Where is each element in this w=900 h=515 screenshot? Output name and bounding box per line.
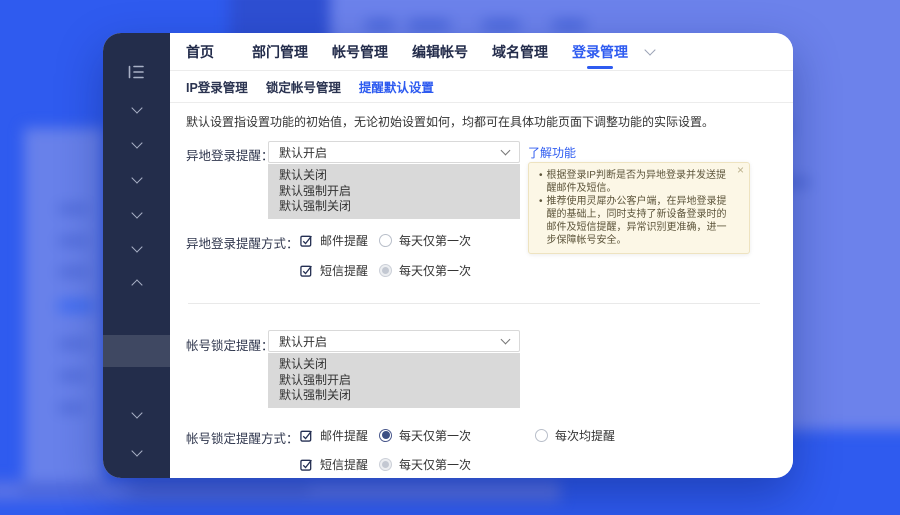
backdrop-pill <box>365 20 395 30</box>
subtab-reminder-defaults[interactable]: 提醒默认设置 <box>359 77 434 96</box>
main-content: 首页 部门管理 帐号管理 编辑帐号 域名管理 登录管理 IP登录管理 锁定帐号管… <box>170 33 793 478</box>
checkbox-checked-icon[interactable] <box>300 264 313 277</box>
dropdown-option[interactable]: 默认强制开启 <box>268 184 520 200</box>
settings-window: 首页 部门管理 帐号管理 编辑帐号 域名管理 登录管理 IP登录管理 锁定帐号管… <box>103 33 793 478</box>
dropdown-option[interactable]: 默认关闭 <box>268 357 520 373</box>
checkbox-checked-icon[interactable] <box>300 429 313 442</box>
sub-tabs: IP登录管理 锁定帐号管理 提醒默认设置 <box>170 71 793 103</box>
subtab-lock-account[interactable]: 锁定帐号管理 <box>266 77 341 96</box>
collapse-menu-icon[interactable] <box>128 65 145 84</box>
nav-item-home[interactable]: 首页 <box>186 42 214 62</box>
backdrop-bar <box>20 486 100 493</box>
learn-feature-link[interactable]: 了解功能 <box>528 144 576 161</box>
page-description: 默认设置指设置功能的初始值，无论初始设置如何，均都可在具体功能页面下调整功能的实… <box>186 113 714 130</box>
lock-method-label: 帐号锁定提醒方式： <box>186 428 299 447</box>
lock-method-sms-row: 短信提醒 每天仅第一次 <box>300 457 471 471</box>
feature-tooltip: × • 根据登录IP判断是否为异地登录并发送提醒邮件及短信。 • 推荐使用灵犀办… <box>528 162 750 254</box>
radio-label: 每天仅第一次 <box>399 427 471 444</box>
backdrop-bar <box>130 486 310 493</box>
radio-label: 每天仅第一次 <box>399 456 471 473</box>
lock-reminder-dropdown: 默认关闭 默认强制开启 默认强制关闭 <box>268 353 520 408</box>
radio-daily-first-disabled <box>379 264 392 277</box>
lock-method-email-row: 邮件提醒 每天仅第一次 每次均提醒 <box>300 428 615 442</box>
backdrop-bar <box>58 372 86 380</box>
select-chevron-icon <box>501 335 511 345</box>
lock-reminder-select[interactable]: 默认开启 <box>268 330 520 352</box>
backdrop-pill <box>408 20 450 30</box>
chevron-down-icon[interactable] <box>131 445 142 456</box>
dropdown-option[interactable]: 默认强制关闭 <box>268 199 520 215</box>
backdrop-bar <box>58 237 88 245</box>
backdrop-bar <box>58 268 88 276</box>
radio-label: 每天仅第一次 <box>399 232 471 249</box>
chevron-down-icon[interactable] <box>131 172 142 183</box>
radio-every-time[interactable] <box>535 429 548 442</box>
remote-method-sms-row: 短信提醒 每天仅第一次 <box>300 263 471 277</box>
backdrop-pill <box>552 20 586 30</box>
nav-item-edit-account[interactable]: 编辑帐号 <box>412 42 468 62</box>
checkbox-label: 短信提醒 <box>320 456 368 473</box>
nav-item-account[interactable]: 帐号管理 <box>332 42 388 62</box>
select-value: 默认开启 <box>279 333 327 350</box>
checkbox-label: 短信提醒 <box>320 262 368 279</box>
lock-reminder-label: 帐号锁定提醒： <box>186 335 274 354</box>
chevron-down-icon[interactable] <box>131 137 142 148</box>
nav-item-department[interactable]: 部门管理 <box>252 42 308 62</box>
tooltip-bullet: • 推荐使用灵犀办公客户端，在异地登录提醒的基础上，同时支持了新设备登录时的邮件… <box>537 195 733 247</box>
radio-label: 每次均提醒 <box>555 427 615 444</box>
checkbox-checked-icon[interactable] <box>300 458 313 471</box>
radio-label: 每天仅第一次 <box>399 262 471 279</box>
chevron-down-icon[interactable] <box>131 407 142 418</box>
checkbox-checked-icon[interactable] <box>300 234 313 247</box>
backdrop-active-item <box>58 300 94 312</box>
chevron-down-icon[interactable] <box>131 207 142 218</box>
checkbox-label: 邮件提醒 <box>320 427 368 444</box>
radio-daily-first[interactable] <box>379 234 392 247</box>
chevron-down-icon[interactable] <box>131 102 142 113</box>
close-icon[interactable]: × <box>737 164 744 176</box>
nav-item-domain[interactable]: 域名管理 <box>492 42 548 62</box>
backdrop-bar <box>58 340 88 348</box>
backdrop-bar <box>58 205 88 213</box>
remote-method-label: 异地登录提醒方式： <box>186 233 299 252</box>
remote-login-label: 异地登录提醒： <box>186 145 274 164</box>
select-value: 默认开启 <box>279 144 327 161</box>
sidebar-highlighted-item[interactable] <box>103 335 170 367</box>
radio-daily-first-disabled <box>379 458 392 471</box>
collapsed-sidebar <box>103 33 170 478</box>
chevron-down-icon[interactable] <box>131 241 142 252</box>
backdrop-bar <box>58 404 84 412</box>
divider <box>188 303 760 304</box>
backdrop-pill <box>482 20 520 30</box>
dropdown-option[interactable]: 默认强制开启 <box>268 373 520 389</box>
chevron-down-icon[interactable] <box>644 44 655 55</box>
top-nav: 首页 部门管理 帐号管理 编辑帐号 域名管理 登录管理 <box>170 33 793 71</box>
radio-daily-first[interactable] <box>379 429 392 442</box>
select-chevron-icon <box>501 146 511 156</box>
dropdown-option[interactable]: 默认关闭 <box>268 168 520 184</box>
subtab-ip-login[interactable]: IP登录管理 <box>186 77 248 96</box>
chevron-up-icon[interactable] <box>131 279 142 290</box>
tooltip-bullet: • 根据登录IP判断是否为异地登录并发送提醒邮件及短信。 <box>537 169 733 195</box>
checkbox-label: 邮件提醒 <box>320 232 368 249</box>
nav-item-login[interactable]: 登录管理 <box>572 42 628 62</box>
remote-login-dropdown: 默认关闭 默认强制开启 默认强制关闭 <box>268 164 520 219</box>
backdrop-side-panel <box>24 128 104 500</box>
remote-login-select[interactable]: 默认开启 <box>268 141 520 163</box>
dropdown-option[interactable]: 默认强制关闭 <box>268 388 520 404</box>
